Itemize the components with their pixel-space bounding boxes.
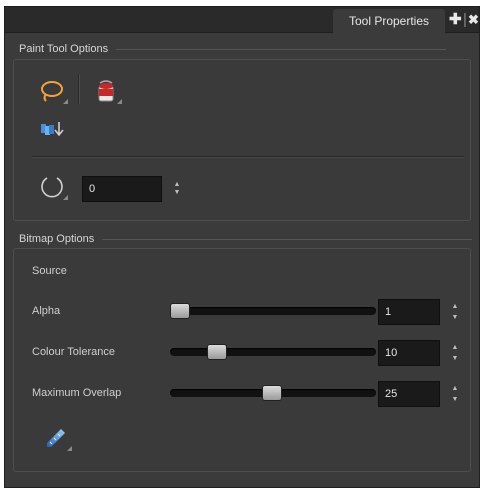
bitmap-options-group: Source Alpha 1 ▲ ▼ Colour Tolerance 10 ▲ ▼… — [13, 248, 471, 472]
maximum-overlap-label: Maximum Overlap — [32, 387, 122, 399]
colour-tolerance-slider-track[interactable] — [170, 348, 376, 356]
tool-options-corner — [63, 195, 68, 200]
paint-tool-options-header: Paint Tool Options — [19, 43, 447, 55]
apply-to-all-drawings-button[interactable] — [34, 114, 70, 144]
tool-properties-panel: Tool Properties ✚ | ✖ Paint Tool Options — [4, 6, 480, 488]
bitmap-options-title: Bitmap Options — [19, 233, 95, 245]
tool-separator — [78, 74, 80, 104]
colour-tolerance-spinner[interactable]: ▲ ▼ — [450, 342, 460, 364]
apply-to-all-drawings-icon — [41, 122, 64, 137]
rotation-spinner[interactable]: ▲ ▼ — [172, 181, 182, 197]
paint-bucket-tool-button[interactable] — [86, 74, 126, 108]
paint-bucket-icon — [98, 80, 114, 102]
colour-tolerance-value-field[interactable]: 10 — [378, 340, 440, 366]
bitmap-options-header: Bitmap Options — [19, 233, 473, 245]
header-rule — [116, 48, 447, 50]
header-rule — [102, 238, 473, 240]
maximum-overlap-slider-thumb[interactable] — [262, 385, 282, 401]
tool-options-corner — [67, 446, 72, 451]
tool-options-corner — [63, 99, 68, 104]
alpha-slider-thumb[interactable] — [170, 303, 190, 319]
pen-gradient-icon — [47, 429, 65, 447]
alpha-spinner[interactable]: ▲ ▼ — [450, 301, 460, 323]
circle-arrow-icon — [41, 177, 63, 198]
tab-tool-properties[interactable]: Tool Properties — [333, 9, 445, 33]
paint-tool-options-title: Paint Tool Options — [19, 43, 109, 55]
maximum-overlap-value-field[interactable]: 25 — [378, 381, 440, 407]
add-panel-icon[interactable]: ✚ — [449, 11, 462, 29]
close-panel-icon[interactable]: ✖ — [468, 11, 479, 29]
rotation-preset-button[interactable] — [32, 170, 72, 204]
alpha-label: Alpha — [32, 305, 61, 317]
panel-tab-bar: Tool Properties ✚ | ✖ — [5, 7, 479, 33]
lasso-icon — [41, 81, 63, 102]
bitmap-tool-button[interactable] — [36, 421, 76, 455]
source-label: Source — [32, 265, 67, 277]
lasso-tool-button[interactable] — [32, 74, 72, 108]
tool-options-corner — [117, 99, 122, 104]
options-separator — [32, 156, 464, 158]
alpha-slider-track[interactable] — [170, 307, 376, 315]
colour-tolerance-slider-thumb[interactable] — [207, 344, 227, 360]
paint-tool-options-group: 0 ▲ ▼ — [13, 59, 471, 221]
colour-tolerance-label: Colour Tolerance — [32, 346, 115, 358]
rotation-value-field[interactable]: 0 — [82, 176, 162, 202]
tab-divider: | — [463, 11, 467, 28]
alpha-value-field[interactable]: 1 — [378, 299, 440, 325]
maximum-overlap-spinner[interactable]: ▲ ▼ — [450, 383, 460, 405]
